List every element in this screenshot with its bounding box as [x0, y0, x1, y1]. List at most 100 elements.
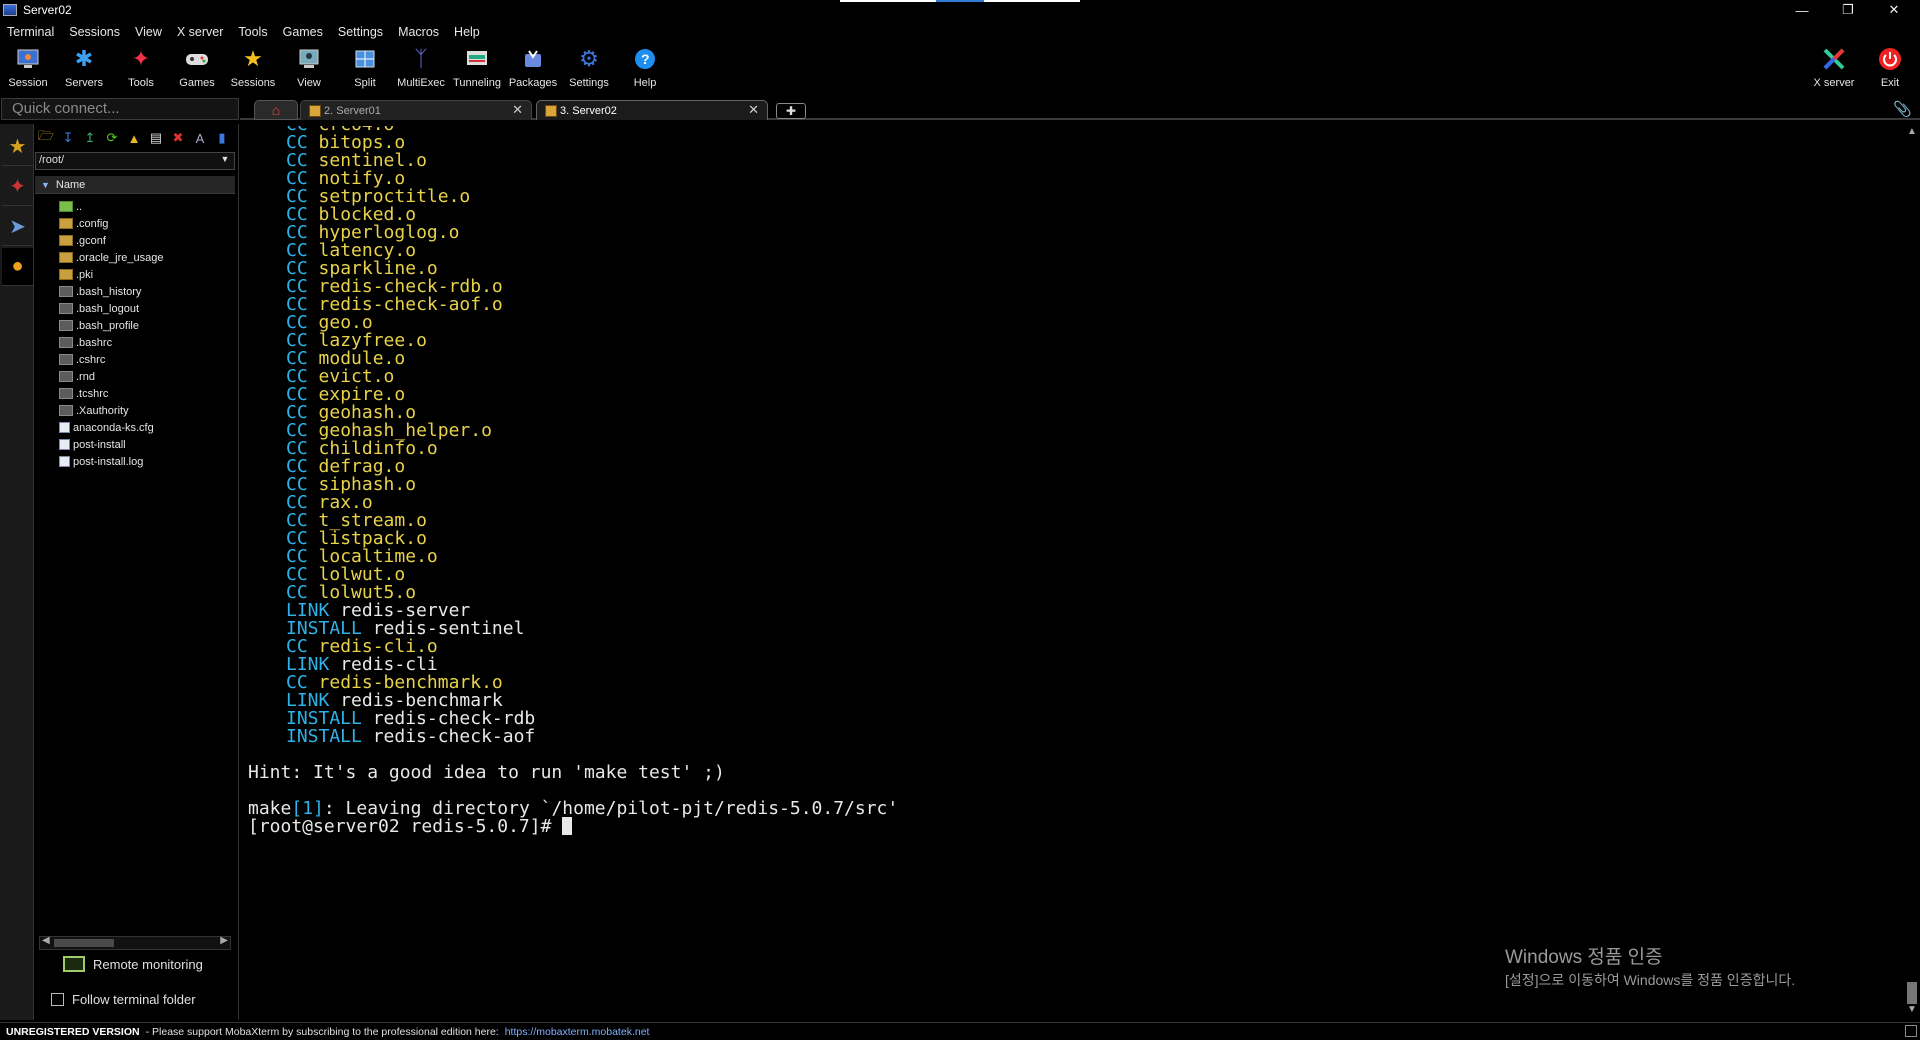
terminal-scroll-thumb[interactable]: [1907, 982, 1917, 1004]
build-step-keyword: INSTALL: [286, 726, 362, 747]
sessions-button[interactable]: ★ Sessions: [225, 43, 281, 93]
menu-tools[interactable]: Tools: [231, 25, 275, 39]
checkbox-box[interactable]: [51, 993, 64, 1006]
menu-terminal[interactable]: Terminal: [0, 25, 62, 39]
properties-icon[interactable]: ▮: [211, 128, 233, 148]
menu-xserver[interactable]: X server: [170, 25, 232, 39]
build-target: redis-check-aof: [372, 726, 536, 747]
name-column-header[interactable]: ▼ Name: [35, 176, 235, 194]
build-line: INSTALL redis-check-aof: [286, 726, 535, 748]
terminal-output[interactable]: Hint: It's a good idea to run 'make test…: [244, 126, 1902, 1020]
packages-button[interactable]: Packages: [505, 43, 561, 93]
list-item[interactable]: post-install.log: [35, 453, 235, 470]
paperclip-icon[interactable]: 📎: [1893, 100, 1912, 118]
menu-macros[interactable]: Macros: [391, 25, 447, 39]
multiexec-button[interactable]: ᛉ MultiExec: [393, 43, 449, 93]
exit-button[interactable]: Exit: [1862, 43, 1918, 93]
prompt-line[interactable]: [root@server02 redis-5.0.7]#: [248, 816, 573, 838]
menu-view[interactable]: View: [128, 25, 170, 39]
delete-icon[interactable]: ✖: [167, 128, 189, 148]
sftp-tab-icon[interactable]: ●: [2, 248, 33, 286]
quick-connect-input[interactable]: Quick connect...: [1, 98, 239, 120]
download-icon[interactable]: ↧: [57, 128, 79, 148]
scroll-up-icon[interactable]: ▲: [1907, 126, 1917, 137]
folder-icon: [59, 235, 73, 246]
tools-button[interactable]: ✦ Tools: [113, 43, 169, 93]
list-item[interactable]: .bashrc: [35, 334, 235, 351]
view-button[interactable]: View: [281, 43, 337, 93]
menu-help[interactable]: Help: [447, 25, 488, 39]
unregistered-label: UNREGISTERED VERSION: [6, 1025, 140, 1038]
list-item[interactable]: .bash_logout: [35, 300, 235, 317]
list-item[interactable]: .bash_profile: [35, 317, 235, 334]
list-item[interactable]: post-install: [35, 436, 235, 453]
split-button[interactable]: Split: [337, 43, 393, 93]
close-window-button[interactable]: ✕: [1872, 0, 1916, 20]
tab-server01[interactable]: 2. Server01 ✕: [300, 100, 532, 120]
list-item[interactable]: .Xauthority: [35, 402, 235, 419]
file-name: ..: [76, 200, 83, 213]
list-item[interactable]: .cshrc: [35, 351, 235, 368]
session-button[interactable]: Session: [0, 43, 56, 93]
path-dropdown-icon[interactable]: ▼: [218, 154, 232, 168]
resize-grip-icon[interactable]: [1905, 1025, 1917, 1037]
scroll-right-icon[interactable]: ▶: [220, 935, 228, 946]
new-tab-button[interactable]: ✚: [776, 103, 806, 119]
list-item[interactable]: .bash_history: [35, 283, 235, 300]
list-item[interactable]: .oracle_jre_usage: [35, 249, 235, 266]
parent-dir-icon: [59, 201, 73, 212]
monitor-session-icon: [15, 46, 41, 72]
close-tab-icon[interactable]: ✕: [748, 102, 759, 118]
menu-games[interactable]: Games: [276, 25, 331, 39]
games-button[interactable]: Games: [169, 43, 225, 93]
list-item[interactable]: anaconda-ks.cfg: [35, 419, 235, 436]
servers-button[interactable]: ✱ Servers: [56, 43, 112, 93]
scroll-thumb[interactable]: [54, 939, 114, 947]
ssh-key-icon: [309, 104, 321, 117]
new-folder-icon[interactable]: ▲: [123, 128, 145, 148]
document-icon: [59, 439, 70, 450]
folder-icon: [59, 218, 73, 229]
tab-server02[interactable]: 3. Server02 ✕: [536, 100, 768, 120]
follow-terminal-folder-checkbox[interactable]: Follow terminal folder: [51, 992, 196, 1007]
monitor-graph-icon: [63, 956, 85, 972]
folder-icon: [59, 252, 73, 263]
file-name: .gconf: [76, 234, 106, 247]
remote-monitoring-button[interactable]: Remote monitoring: [63, 956, 203, 972]
send-plane-tab-icon[interactable]: ➤: [2, 208, 33, 246]
tools-tab-icon[interactable]: ✦: [2, 168, 33, 206]
view-monitor-icon: [296, 46, 322, 72]
list-item[interactable]: .gconf: [35, 232, 235, 249]
upload-icon[interactable]: ↥: [79, 128, 101, 148]
terminal-vertical-scrollbar[interactable]: ▲ ▼: [1904, 126, 1920, 1020]
help-button[interactable]: ? Help: [617, 43, 673, 93]
rename-icon[interactable]: A: [189, 128, 211, 148]
restore-button[interactable]: ❐: [1826, 0, 1870, 20]
xserver-button[interactable]: X server: [1806, 43, 1862, 93]
parent-folder-icon[interactable]: 🗁: [35, 128, 57, 148]
new-file-icon[interactable]: ▤: [145, 128, 167, 148]
close-tab-icon[interactable]: ✕: [512, 102, 523, 118]
sessions-star-tab-icon[interactable]: ★: [2, 128, 33, 166]
list-item[interactable]: .tcshrc: [35, 385, 235, 402]
list-item[interactable]: .config: [35, 215, 235, 232]
home-tab-icon[interactable]: ⌂: [254, 100, 298, 120]
list-item[interactable]: .pki: [35, 266, 235, 283]
sftp-horizontal-scrollbar[interactable]: ◀ ▶: [39, 935, 231, 950]
menu-settings[interactable]: Settings: [331, 25, 391, 39]
scroll-left-icon[interactable]: ◀: [42, 935, 50, 946]
refresh-icon[interactable]: ⟳: [101, 128, 123, 148]
sftp-path-field[interactable]: /root/ ▼: [35, 152, 235, 170]
mobaxterm-link[interactable]: https://mobaxterm.mobatek.net: [505, 1026, 650, 1038]
minimize-button[interactable]: —: [1780, 0, 1824, 20]
settings-button[interactable]: ⚙ Settings: [561, 43, 617, 93]
tunneling-button[interactable]: Tunneling: [449, 43, 505, 93]
file-name: .Xauthority: [76, 404, 129, 417]
scroll-down-icon[interactable]: ▼: [1907, 1004, 1917, 1015]
file-name: .bash_logout: [76, 302, 139, 315]
split-grid-icon: [352, 46, 378, 72]
list-item[interactable]: ..: [35, 198, 235, 215]
file-name: .pki: [76, 268, 94, 281]
menu-sessions[interactable]: Sessions: [62, 25, 128, 39]
list-item[interactable]: .rnd: [35, 368, 235, 385]
